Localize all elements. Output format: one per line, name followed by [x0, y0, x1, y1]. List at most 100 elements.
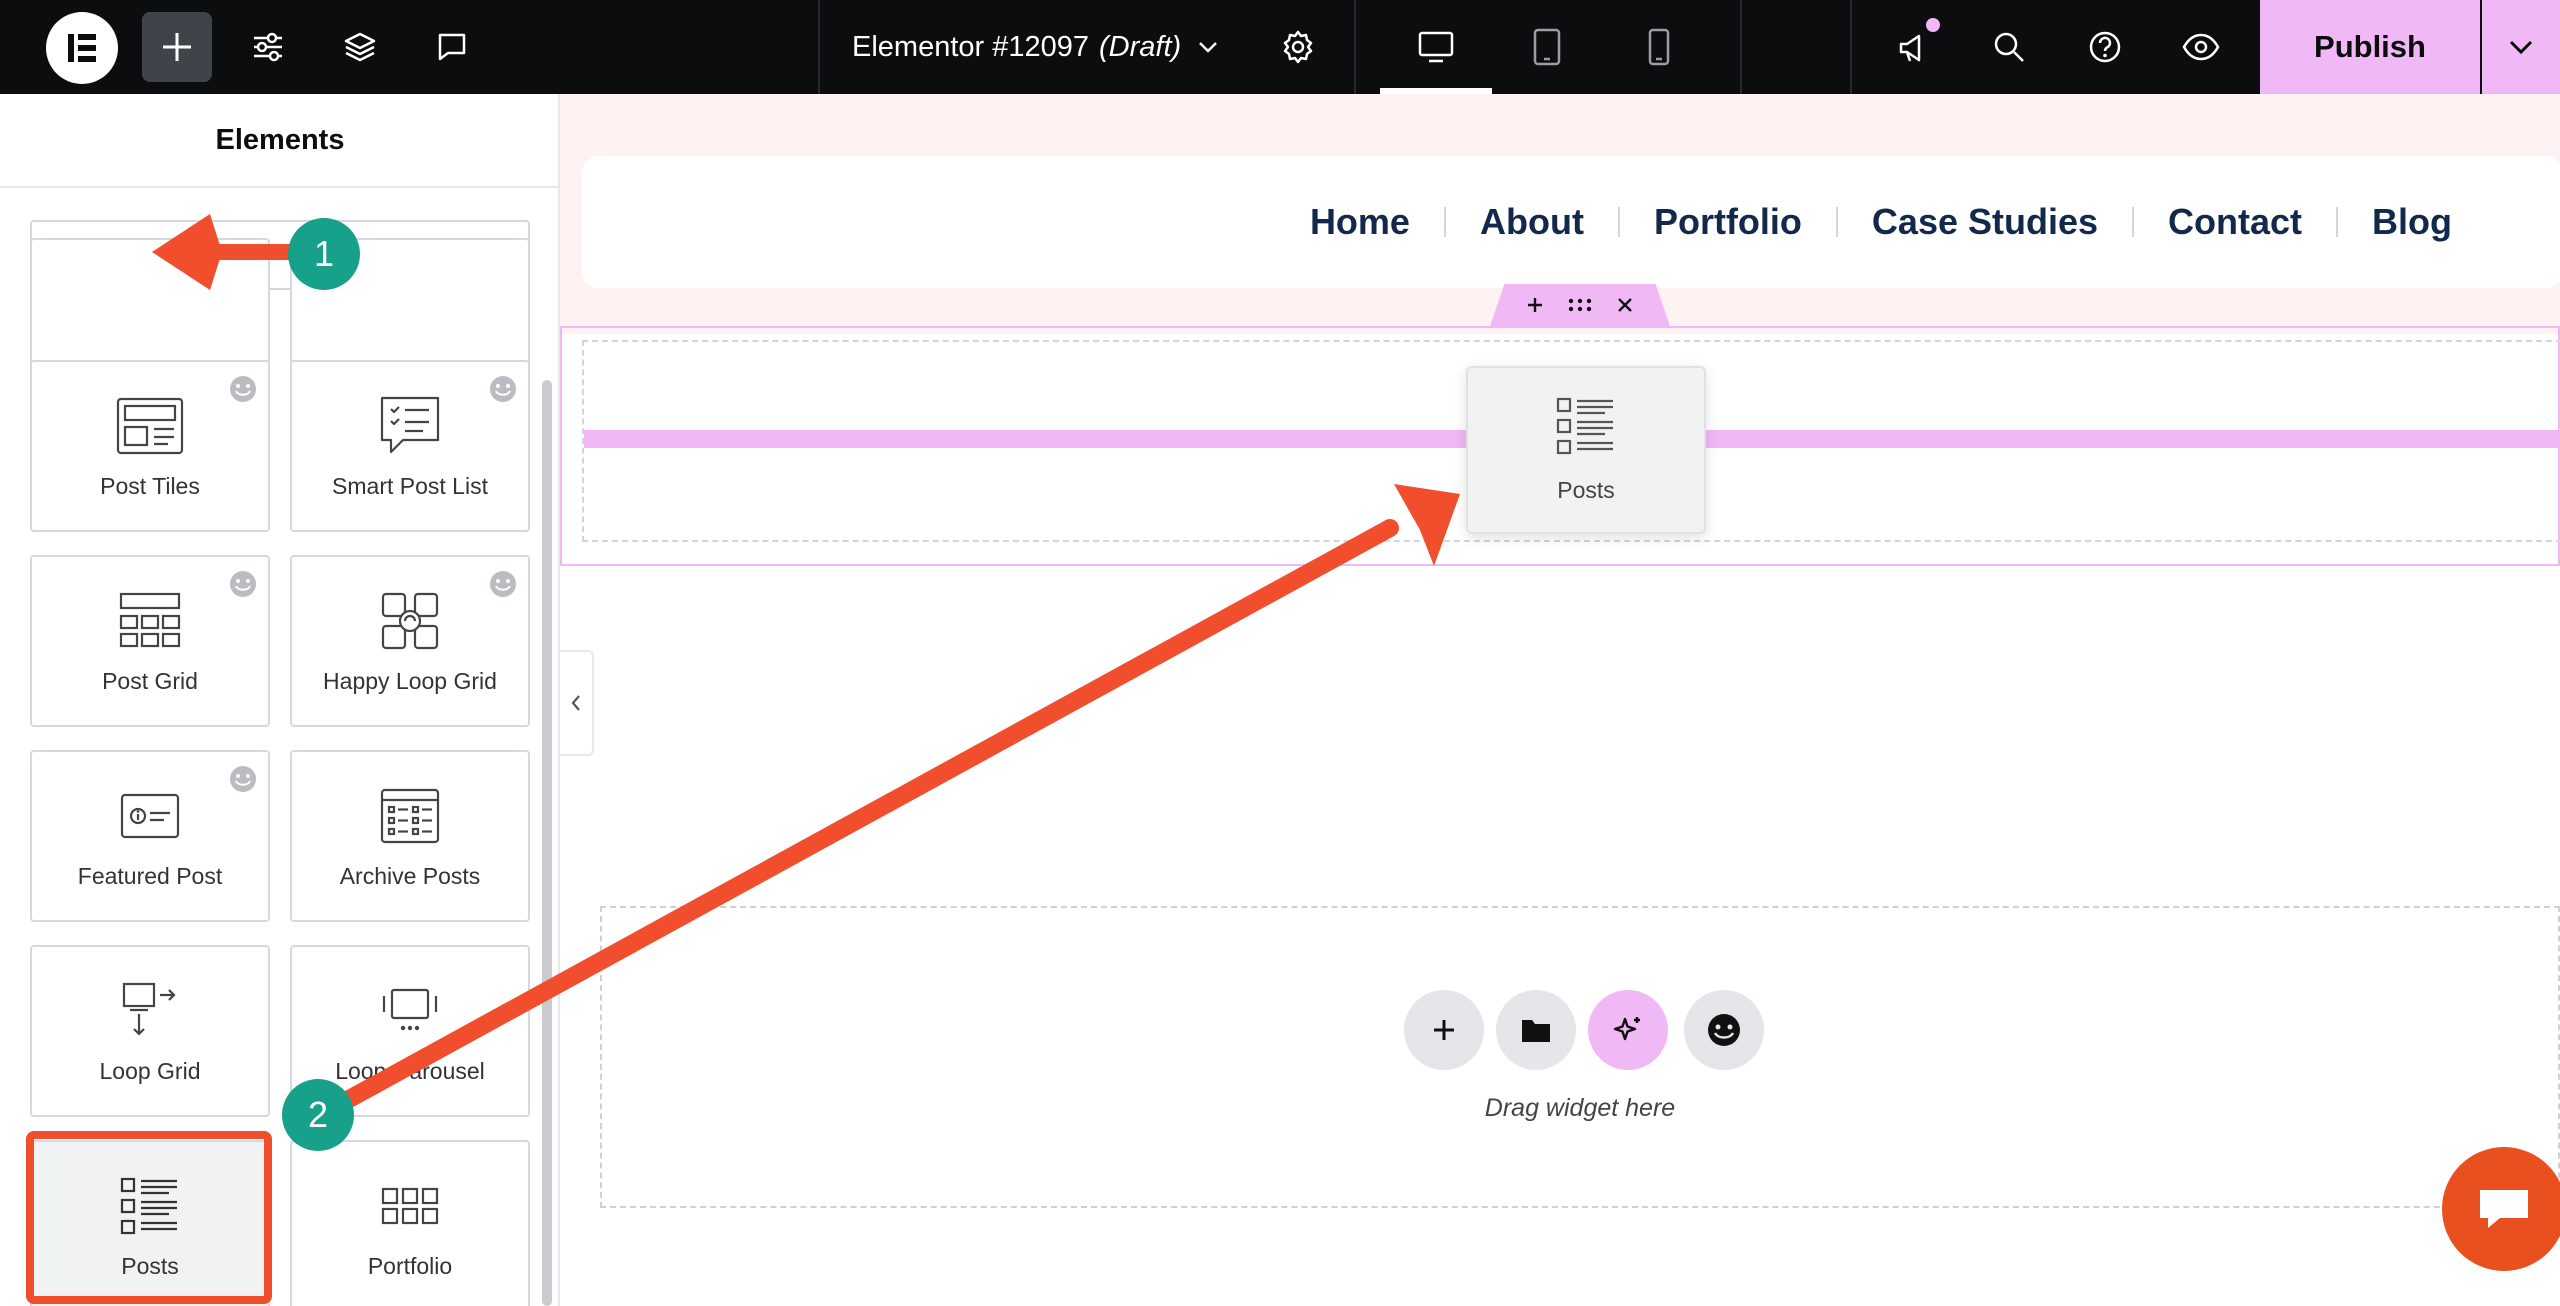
widget-happy-loop-grid[interactable]: Happy Loop Grid	[290, 555, 530, 727]
desktop-icon	[1418, 31, 1454, 63]
preview-button[interactable]	[2166, 0, 2236, 94]
help-button[interactable]	[2070, 0, 2140, 94]
nav-item-about[interactable]: About	[1446, 201, 1618, 243]
happy-loop-grid-icon	[380, 585, 440, 657]
widget-posts[interactable]: Posts	[30, 1140, 270, 1306]
search-icon	[1994, 32, 2024, 62]
plus-icon	[1434, 1020, 1454, 1040]
widget-archive-posts[interactable]: Archive Posts	[290, 750, 530, 922]
posts-icon	[1555, 396, 1617, 461]
elements-panel: Elements Post Tiles Smart Post List Post…	[0, 94, 560, 1306]
happy-addons-badge-icon	[488, 569, 518, 604]
chevron-left-icon	[571, 695, 580, 711]
document-name: Elementor #12097	[852, 30, 1089, 63]
tablet-icon	[1533, 28, 1561, 66]
plus-icon[interactable]	[1525, 295, 1545, 315]
comment-icon	[438, 33, 466, 61]
drag-handle-icon[interactable]	[1566, 295, 1594, 315]
nav-item-contact[interactable]: Contact	[2134, 201, 2336, 243]
desktop-view-button[interactable]	[1380, 0, 1492, 94]
widget-label: Happy Loop Grid	[323, 668, 497, 694]
post-tiles-icon	[116, 390, 184, 462]
site-settings-button[interactable]	[236, 0, 300, 94]
tablet-view-button[interactable]	[1512, 0, 1582, 94]
happy-addons-icon	[1708, 1014, 1740, 1046]
structure-button[interactable]	[328, 0, 392, 94]
posts-icon	[119, 1170, 181, 1242]
container-handle	[1490, 284, 1670, 326]
chat-widget-button[interactable]	[2442, 1147, 2560, 1271]
ai-builder-button[interactable]	[1588, 990, 1668, 1070]
layers-icon	[344, 32, 376, 62]
dragged-widget-label: Posts	[1557, 477, 1615, 503]
widget-featured-post[interactable]: Featured Post	[30, 750, 270, 922]
add-new-container-button[interactable]	[1404, 990, 1484, 1070]
nav-item-case-studies[interactable]: Case Studies	[1838, 201, 2132, 243]
widget-loop-grid[interactable]: Loop Grid	[30, 945, 270, 1117]
chat-icon	[2480, 1190, 2528, 1228]
chevron-down-icon	[1199, 42, 1218, 53]
drop-zone-hint: Drag widget here	[1484, 1094, 1676, 1122]
folder-icon	[1522, 1020, 1550, 1042]
divider	[1850, 0, 1852, 94]
page-settings-button[interactable]	[1266, 0, 1330, 94]
widget-post-tiles[interactable]: Post Tiles	[30, 360, 270, 532]
publish-options-button[interactable]	[2482, 0, 2560, 94]
panel-scrollbar[interactable]	[542, 380, 552, 1306]
happy-addons-badge-icon	[228, 569, 258, 604]
smart-post-list-icon	[379, 390, 441, 462]
document-title[interactable]: Elementor #12097 (Draft)	[852, 0, 1221, 94]
main-menu: Home About Portfolio Case Studies Contac…	[1276, 156, 2486, 288]
widget-label: Post Grid	[102, 668, 198, 694]
editor-topbar: Elementor #12097 (Draft) Publish	[0, 0, 2560, 94]
loop-grid-icon	[120, 975, 180, 1047]
archive-posts-icon	[380, 780, 440, 852]
sparkle-icon	[1613, 1017, 1640, 1041]
happy-addons-badge-icon	[228, 764, 258, 799]
search-button[interactable]	[1974, 0, 2044, 94]
add-template-button[interactable]	[1496, 990, 1576, 1070]
collapse-panel-button[interactable]	[560, 650, 594, 756]
header-nav-card: Home About Portfolio Case Studies Contac…	[582, 156, 2560, 288]
publish-button[interactable]: Publish	[2260, 0, 2480, 94]
panel-title: Elements	[0, 94, 558, 188]
add-element-button[interactable]	[142, 12, 212, 82]
chevron-down-icon	[2509, 40, 2533, 55]
post-grid-icon	[119, 585, 181, 657]
whats-new-button[interactable]	[1880, 0, 1950, 94]
editor-canvas: Home About Portfolio Case Studies Contac…	[560, 94, 2560, 1306]
megaphone-icon	[1899, 34, 1921, 62]
widget-smart-post-list[interactable]: Smart Post List	[290, 360, 530, 532]
nav-item-portfolio[interactable]: Portfolio	[1620, 201, 1836, 243]
notification-dot	[1926, 18, 1940, 32]
portfolio-icon	[380, 1170, 440, 1242]
plus-icon	[163, 33, 191, 61]
divider	[818, 0, 820, 94]
widget-portfolio[interactable]: Portfolio	[290, 1140, 530, 1306]
dragged-widget-preview[interactable]: Posts	[1466, 366, 1706, 534]
widget-label: Post Tiles	[100, 473, 200, 499]
nav-item-home[interactable]: Home	[1276, 201, 1444, 243]
widget-label: Portfolio	[367, 1253, 453, 1279]
close-icon[interactable]	[1615, 295, 1635, 315]
featured-post-icon	[120, 780, 180, 852]
eye-icon	[2182, 33, 2220, 61]
mobile-icon	[1648, 28, 1670, 66]
nav-item-blog[interactable]: Blog	[2338, 201, 2486, 243]
mobile-view-button[interactable]	[1624, 0, 1694, 94]
gear-icon	[1283, 30, 1313, 64]
annotation-step-1: 1	[288, 218, 360, 290]
empty-drop-zone	[600, 906, 2560, 1208]
help-icon	[2089, 31, 2121, 63]
divider	[1354, 0, 1356, 94]
happy-addons-templates-button[interactable]	[1684, 990, 1764, 1070]
loop-carousel-icon	[380, 975, 440, 1047]
widget-post-grid[interactable]: Post Grid	[30, 555, 270, 727]
happy-addons-badge-icon	[228, 374, 258, 409]
elementor-logo-icon[interactable]	[46, 12, 118, 84]
divider	[1740, 0, 1742, 94]
comments-button[interactable]	[420, 0, 484, 94]
widget-label: Featured Post	[77, 863, 223, 889]
widget-label: Loop Grid	[99, 1058, 201, 1084]
annotation-step-2: 2	[282, 1079, 354, 1151]
